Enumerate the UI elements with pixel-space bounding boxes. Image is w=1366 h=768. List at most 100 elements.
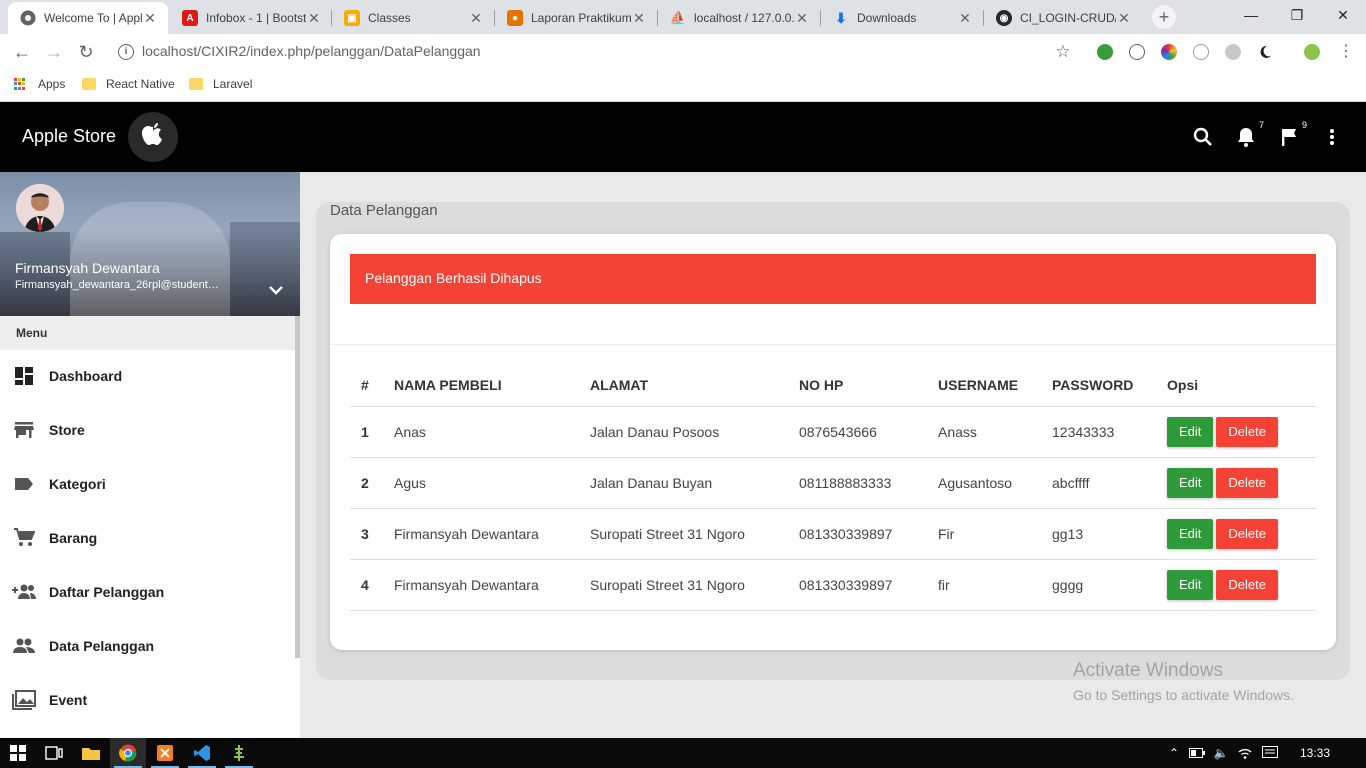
close-tab-icon[interactable]: ✕: [631, 10, 647, 27]
close-tab-icon[interactable]: ✕: [306, 10, 322, 27]
sidebar-item-kategori[interactable]: Kategori: [0, 457, 296, 511]
browser-menu-icon[interactable]: ⋮: [1334, 40, 1358, 64]
minimize-button[interactable]: —: [1228, 0, 1274, 30]
close-tab-icon[interactable]: ✕: [794, 10, 810, 27]
sidebar-item-event[interactable]: Event: [0, 673, 296, 727]
bookmark-react-native[interactable]: React Native: [82, 77, 175, 91]
task-view-icon[interactable]: [36, 738, 72, 768]
back-button[interactable]: ←: [10, 40, 34, 64]
extension-moon-icon[interactable]: [1257, 44, 1273, 60]
notification-center-icon[interactable]: [1258, 738, 1282, 768]
extension-skype-icon[interactable]: [1193, 44, 1209, 60]
delete-button[interactable]: Delete: [1216, 569, 1278, 600]
tab-classes[interactable]: ▣ Classes ✕: [332, 2, 494, 34]
edit-button[interactable]: Edit: [1167, 416, 1214, 447]
extension-color-icon[interactable]: [1161, 44, 1177, 60]
close-tab-icon[interactable]: ✕: [142, 10, 158, 27]
column-header: NAMA PEMBELI: [383, 364, 579, 407]
apple-logo: [128, 112, 178, 162]
tab-laporan[interactable]: ● Laporan Praktikum ✕: [495, 2, 657, 34]
extension-globe-icon[interactable]: [1097, 44, 1113, 60]
menu-header: Menu: [0, 316, 300, 350]
cell-no: 2: [350, 457, 383, 509]
reload-button[interactable]: ↻: [74, 40, 98, 64]
cell-nama: Firmansyah Dewantara: [383, 508, 579, 560]
apps-icon: [14, 78, 26, 90]
profile-avatar[interactable]: [1304, 44, 1320, 60]
flag-icon: [1282, 129, 1296, 146]
windows-start-icon[interactable]: [0, 738, 36, 768]
forward-button[interactable]: →: [42, 40, 66, 64]
extension-circle-icon[interactable]: [1225, 44, 1241, 60]
delete-button[interactable]: Delete: [1216, 416, 1278, 447]
restore-button[interactable]: ❐: [1274, 0, 1320, 30]
edit-button[interactable]: Edit: [1167, 467, 1214, 498]
vscode-icon[interactable]: [184, 738, 220, 768]
extension-gear-icon[interactable]: [1129, 44, 1145, 60]
windows-taskbar: ⌃ 🔈 13:33: [0, 738, 1366, 768]
info-icon[interactable]: i: [118, 44, 134, 60]
bookmark-star-icon[interactable]: ☆: [1051, 40, 1075, 64]
delete-button[interactable]: Delete: [1216, 518, 1278, 549]
browser-tab-strip: Welcome To | Apple ✕ A Infobox - 1 | Boo…: [0, 0, 1366, 34]
sidebar-item-store[interactable]: Store: [0, 403, 296, 457]
address-bar[interactable]: localhost/CIXIR2/index.php/pelanggan/Dat…: [142, 43, 481, 59]
divider: [330, 344, 1336, 345]
tab-title: CI_LOGIN-CRUD/m: [1020, 11, 1116, 25]
cell-no: 4: [350, 559, 383, 611]
tab-title: localhost / 127.0.0.1: [694, 11, 794, 25]
node-icon[interactable]: [221, 738, 257, 768]
chevron-down-icon[interactable]: [266, 282, 286, 298]
column-header: Opsi: [1156, 364, 1316, 407]
column-header: PASSWORD: [1041, 364, 1156, 407]
tab-github[interactable]: ◉ CI_LOGIN-CRUD/m ✕: [984, 2, 1142, 34]
bookmark-label: Apps: [38, 77, 66, 91]
edit-button[interactable]: Edit: [1167, 569, 1214, 600]
background-building: [70, 202, 230, 316]
cell-alamat: Suropati Street 31 Ngoro: [579, 508, 788, 560]
alert-message: Pelanggan Berhasil Dihapus: [350, 254, 1316, 304]
label-icon: [12, 472, 36, 496]
xampp-icon[interactable]: [147, 738, 183, 768]
bookmark-laravel[interactable]: Laravel: [189, 77, 252, 91]
delete-button[interactable]: Delete: [1216, 467, 1278, 498]
notifications-button[interactable]: 7: [1236, 120, 1264, 148]
chevron-up-icon[interactable]: ⌃: [1164, 738, 1184, 768]
tab-infobox[interactable]: A Infobox - 1 | Bootstrap ✕: [170, 2, 332, 34]
sidebar-item-data-pelanggan[interactable]: Data Pelanggan: [0, 619, 296, 673]
system-clock[interactable]: 13:33: [1300, 746, 1330, 760]
activate-windows-watermark: Activate Windows Go to Settings to activ…: [1073, 660, 1294, 703]
cell-username: fir: [927, 559, 1041, 611]
tab-downloads[interactable]: ⬇ Downloads ✕: [821, 2, 983, 34]
tab-phpmyadmin[interactable]: ⛵ localhost / 127.0.0.1 ✕: [658, 2, 820, 34]
customer-table: # NAMA PEMBELI ALAMAT NO HP USERNAME PAS…: [350, 364, 1316, 611]
close-tab-icon[interactable]: ✕: [957, 10, 973, 27]
sidebar-item-label: Data Pelanggan: [49, 638, 155, 654]
bookmark-apps[interactable]: Apps: [14, 77, 65, 91]
close-tab-icon[interactable]: ✕: [468, 10, 484, 27]
tab-welcome[interactable]: Welcome To | Apple ✕: [8, 2, 168, 34]
search-icon[interactable]: [1192, 126, 1214, 148]
flags-button[interactable]: 9: [1279, 120, 1307, 148]
cell-alamat: Jalan Danau Buyan: [579, 457, 788, 509]
avatar[interactable]: [16, 184, 64, 232]
cell-hp: 0876543666: [788, 406, 927, 458]
new-tab-button[interactable]: +: [1152, 5, 1176, 29]
close-tab-icon[interactable]: ✕: [1116, 10, 1132, 27]
cell-opsi: Edit Delete: [1156, 508, 1316, 560]
volume-icon[interactable]: 🔈: [1210, 738, 1232, 768]
close-window-button[interactable]: ✕: [1320, 0, 1366, 30]
sidebar-item-barang[interactable]: Barang: [0, 511, 296, 565]
cell-username: Agusantoso: [927, 457, 1041, 509]
sidebar-item-daftar-pelanggan[interactable]: Daftar Pelanggan: [0, 565, 296, 619]
brand-title[interactable]: Apple Store: [22, 126, 116, 147]
more-vert-icon[interactable]: [1322, 126, 1344, 148]
file-explorer-icon[interactable]: [73, 738, 109, 768]
sidebar-item-dashboard[interactable]: Dashboard: [0, 349, 296, 403]
cell-hp: 081330339897: [788, 508, 927, 560]
chrome-taskbar-icon[interactable]: [110, 738, 146, 768]
battery-icon[interactable]: [1186, 738, 1208, 768]
cell-opsi: Edit Delete: [1156, 559, 1316, 611]
edit-button[interactable]: Edit: [1167, 518, 1214, 549]
wifi-icon[interactable]: [1234, 738, 1256, 768]
